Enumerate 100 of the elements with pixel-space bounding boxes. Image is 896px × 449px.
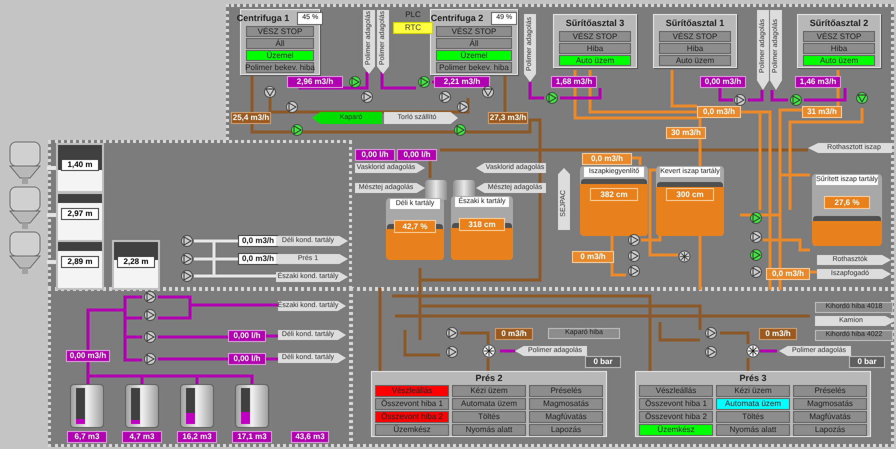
- pump-icon[interactable]: [143, 331, 157, 343]
- status-indicator: Összevont hiba 1: [375, 398, 449, 410]
- pump-icon[interactable]: [438, 91, 452, 103]
- status-indicator: Nyomás alatt: [716, 424, 790, 436]
- status-indicator: VÉSZ STOP: [659, 31, 731, 42]
- flow-reading: 0 m3/h: [572, 251, 614, 263]
- pump-icon[interactable]: [749, 231, 763, 243]
- pump-icon[interactable]: [481, 86, 495, 98]
- pump-icon[interactable]: [627, 265, 641, 277]
- pump-icon[interactable]: [417, 76, 431, 88]
- status-indicator: Automata üzem: [716, 398, 790, 410]
- panel-title: Sűrítőasztal 3: [566, 16, 624, 30]
- agitator-icon[interactable]: [482, 344, 496, 358]
- agitator-icon[interactable]: [746, 344, 760, 358]
- flow-reading: 0,00 l/h: [355, 149, 395, 161]
- status-indicator: Magmosatás: [529, 398, 603, 410]
- status-indicator: Összevont hiba 2: [639, 411, 713, 423]
- status-indicator: Töltés: [452, 411, 526, 423]
- status-indicator: Automata üzem: [452, 398, 526, 410]
- pump-icon[interactable]: [285, 101, 299, 113]
- flow-reading: 30 m3/h: [666, 127, 706, 139]
- pump-icon[interactable]: [855, 92, 869, 104]
- flow-reading: 0,0 m3/h: [238, 235, 278, 247]
- panel-title: Centrifuga 2: [430, 12, 484, 25]
- pump-icon[interactable]: [627, 234, 641, 246]
- tank-reading: 42,7 %: [394, 220, 436, 233]
- status-indicator: Polimer bekev. hiba: [436, 62, 512, 73]
- pump-icon[interactable]: [749, 212, 763, 224]
- level-reading: 2,89 m: [61, 256, 99, 268]
- sludge-crust: [657, 182, 723, 187]
- status-indicator: VÉSZ STOP: [436, 26, 512, 37]
- flow-reading: 0,0 m3/h: [697, 106, 741, 118]
- status-indicator: Üzemkész: [375, 424, 449, 436]
- pump-icon[interactable]: [627, 250, 641, 262]
- flow-reading: 0,00 l/h: [228, 353, 266, 365]
- pump-icon[interactable]: [545, 92, 559, 104]
- status-indicator: Összevont hiba 2: [375, 411, 449, 423]
- dosing-cylinder: [425, 180, 447, 200]
- sludge-crust: [813, 216, 881, 221]
- status-indicator: Vészleállás: [639, 385, 713, 397]
- status-indicator: Hiba: [659, 43, 731, 54]
- pump-icon[interactable]: [453, 124, 467, 136]
- pump-icon[interactable]: [445, 327, 459, 339]
- panel-title: Prés 3: [738, 373, 768, 385]
- panel-title: Centrifuga 1: [236, 12, 290, 25]
- pressure-reading: 0 bar: [585, 356, 621, 368]
- pump-icon[interactable]: [445, 346, 459, 358]
- pipe: [158, 336, 228, 338]
- status-indicator: VÉSZ STOP: [559, 31, 631, 42]
- status-indicator: Hiba: [803, 43, 875, 54]
- status-indicator: Polimer bekev. hiba: [246, 62, 314, 73]
- tank-reading: 382 cm: [590, 188, 638, 201]
- status-indicator: Összevont hiba 1: [639, 398, 713, 410]
- flow-reading: 2,21 m3/h: [434, 76, 490, 88]
- pump-icon[interactable]: [789, 94, 803, 106]
- pump-icon[interactable]: [733, 94, 747, 106]
- flow-reading: 6,7 m3: [67, 431, 107, 443]
- pump-icon[interactable]: [143, 309, 157, 321]
- flow-reading: 17,1 m3: [232, 431, 272, 443]
- pump-icon[interactable]: [749, 266, 763, 278]
- tank-reading: 300 cm: [666, 188, 714, 201]
- status-indicator: Auto üzem: [659, 55, 731, 66]
- status-indicator: Töltés: [716, 411, 790, 423]
- flow-reading: 16,2 m3: [177, 431, 217, 443]
- status-indicator: Préselés: [529, 385, 603, 397]
- status-indicator: Magfúvatás: [793, 411, 867, 423]
- status-indicator: Kézi üzem: [452, 385, 526, 397]
- pump-icon[interactable]: [180, 270, 194, 282]
- pump-icon[interactable]: [290, 124, 304, 136]
- pump-icon[interactable]: [143, 353, 157, 365]
- status-indicator: VÉSZ STOP: [803, 31, 875, 42]
- status-indicator: Hiba: [559, 43, 631, 54]
- pump-icon[interactable]: [263, 86, 277, 98]
- status-indicator: Auto üzem: [559, 55, 631, 66]
- sludge-crust: [581, 178, 647, 184]
- pump-icon[interactable]: [180, 235, 194, 247]
- pump-icon[interactable]: [348, 76, 362, 88]
- pipe: [760, 350, 777, 352]
- status-indicator: Nyomás alatt: [452, 424, 526, 436]
- agitator-icon[interactable]: [678, 250, 691, 263]
- pressure-reading: 0 bar: [849, 356, 885, 368]
- flow-reading: 0,0 m3/h: [582, 153, 632, 165]
- status-indicator: Lapozás: [529, 424, 603, 436]
- flow-reading: 1,46 m3/h: [795, 76, 841, 88]
- flow-reading: 0,00 l/h: [397, 149, 437, 161]
- pump-icon[interactable]: [360, 91, 374, 103]
- pump-icon[interactable]: [456, 101, 470, 113]
- status-indicator: Üzemel: [246, 50, 314, 61]
- flow-reading: 0 m3/h: [495, 328, 533, 340]
- pump-icon[interactable]: [704, 327, 718, 339]
- tank-reading: 318 cm: [459, 218, 505, 231]
- tank-reading: 27,6 %: [824, 196, 870, 209]
- panel-title: Sűrítőasztal 1: [666, 16, 724, 30]
- pipe: [158, 358, 228, 360]
- pump-icon[interactable]: [143, 291, 157, 303]
- pump-icon[interactable]: [704, 346, 718, 358]
- flow-reading: 0,00 m3/h: [700, 76, 746, 88]
- pump-icon[interactable]: [180, 253, 194, 265]
- panel-title: Sűrítőasztal 2: [810, 16, 868, 30]
- pump-icon[interactable]: [749, 249, 763, 261]
